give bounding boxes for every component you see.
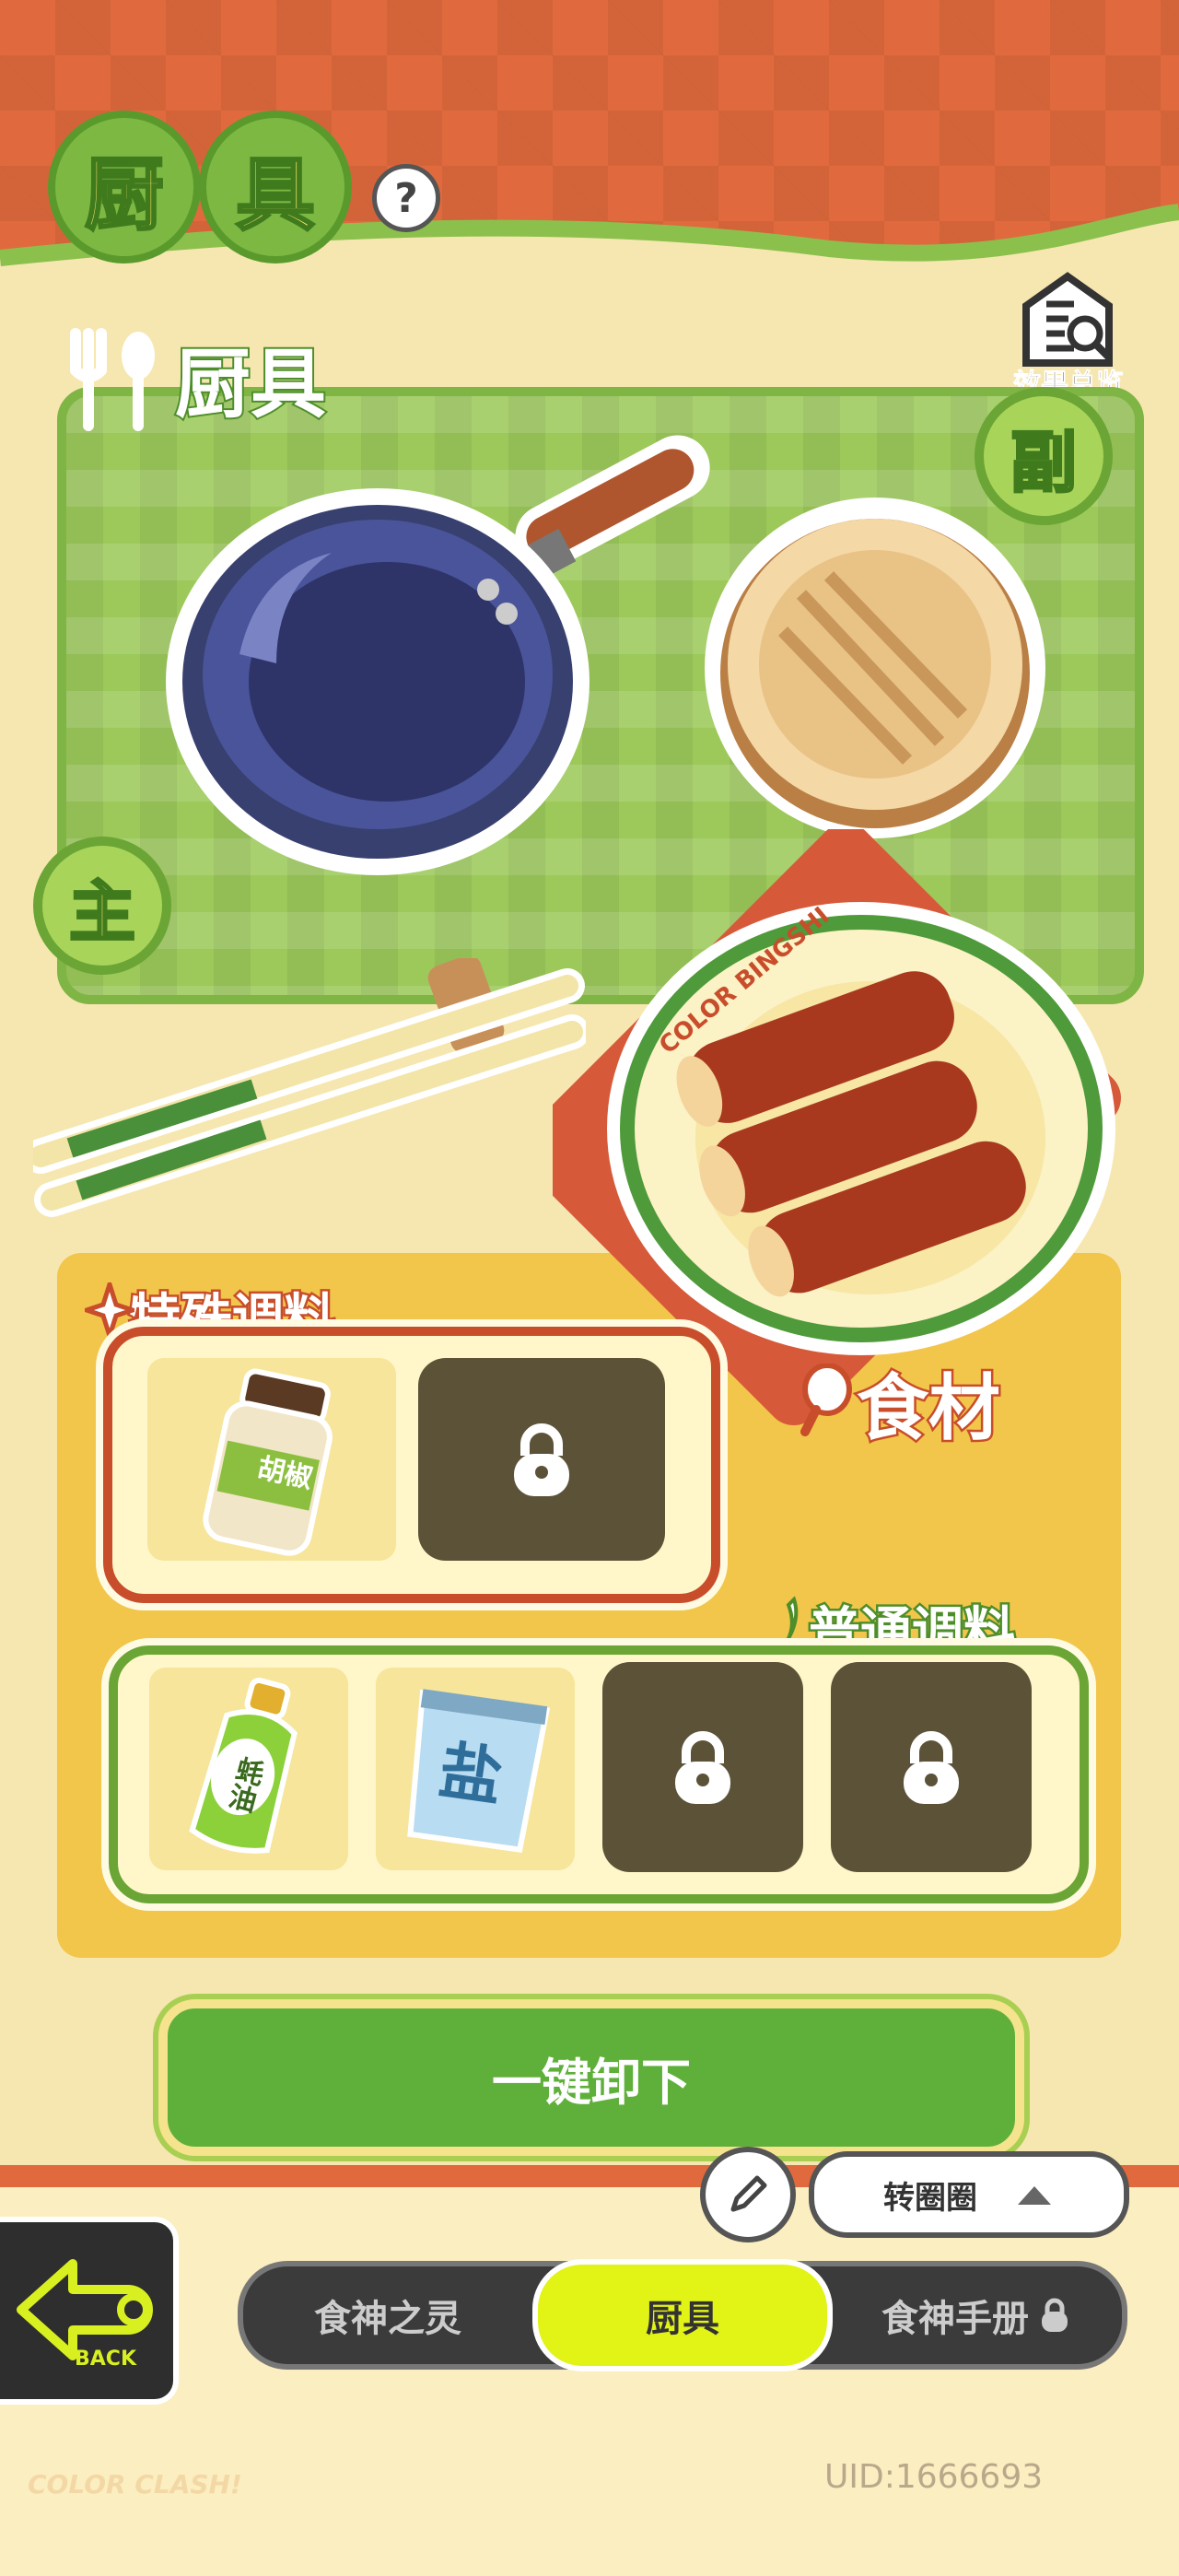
bottom-tabs: 食神之灵 厨具 食神手册 [238,2259,1127,2371]
tab-food-spirit[interactable]: 食神之灵 [243,2266,532,2364]
ingredient-label: 食材 [854,1365,1002,1453]
unload-all-button[interactable]: 一键卸下 [158,1999,1024,2156]
drumstick-icon [800,1364,852,1436]
lock-icon [514,1423,569,1496]
back-label: BACK [75,2348,137,2371]
chopsticks [33,958,586,1217]
chevron-up-icon [1018,2186,1051,2205]
tab-food-spirit-label: 食神之灵 [314,2298,461,2340]
edit-button[interactable] [700,2147,796,2242]
normal-seasoning-slot-1[interactable]: 蚝油 [149,1668,348,1870]
special-seasoning-slot-2-locked[interactable] [418,1358,665,1561]
normal-seasoning-slot-2[interactable]: 盐 [376,1668,575,1870]
normal-seasoning-slot-4-locked[interactable] [831,1662,1032,1872]
lock-icon [675,1731,730,1804]
chili-icon [781,1596,799,1649]
rotate-label: 转圈圈 [883,2179,977,2217]
lock-icon [904,1731,959,1804]
brand-logo: COLOR CLASH! [28,2469,242,2500]
ingredient-plate[interactable]: COLOR BINGSHI [603,898,1119,1359]
tab-cookware[interactable]: 厨具 [532,2259,833,2371]
title-char-2: 具 [199,111,352,263]
tab-handbook-label: 食神手册 [881,2298,1029,2340]
back-button[interactable]: BACK [0,2217,179,2405]
overview-icon [1022,272,1113,367]
fork-spoon-icon [70,328,155,431]
lock-icon [1042,2298,1068,2332]
uid-text: UID:1666693 [824,2458,1044,2496]
special-seasoning-slot-1[interactable]: 胡椒 [147,1358,396,1561]
pencil-icon [730,2175,767,2212]
help-button[interactable]: ? [372,164,440,232]
rotate-button[interactable]: 转圈圈 [809,2151,1129,2238]
primary-badge: 主 [33,837,171,975]
tab-handbook[interactable]: 食神手册 [833,2266,1122,2364]
tab-cookware-label: 厨具 [646,2298,719,2340]
bamboo-steamer[interactable] [700,493,1050,843]
cookware-section-title: 厨具 [173,339,328,430]
title-char-1: 厨 [48,111,201,263]
normal-seasoning-slot-3-locked[interactable] [602,1662,803,1872]
salt-label: 盐 [434,1734,508,1816]
back-arrow-icon: BACK [17,2259,153,2371]
frying-pan[interactable] [157,433,765,884]
